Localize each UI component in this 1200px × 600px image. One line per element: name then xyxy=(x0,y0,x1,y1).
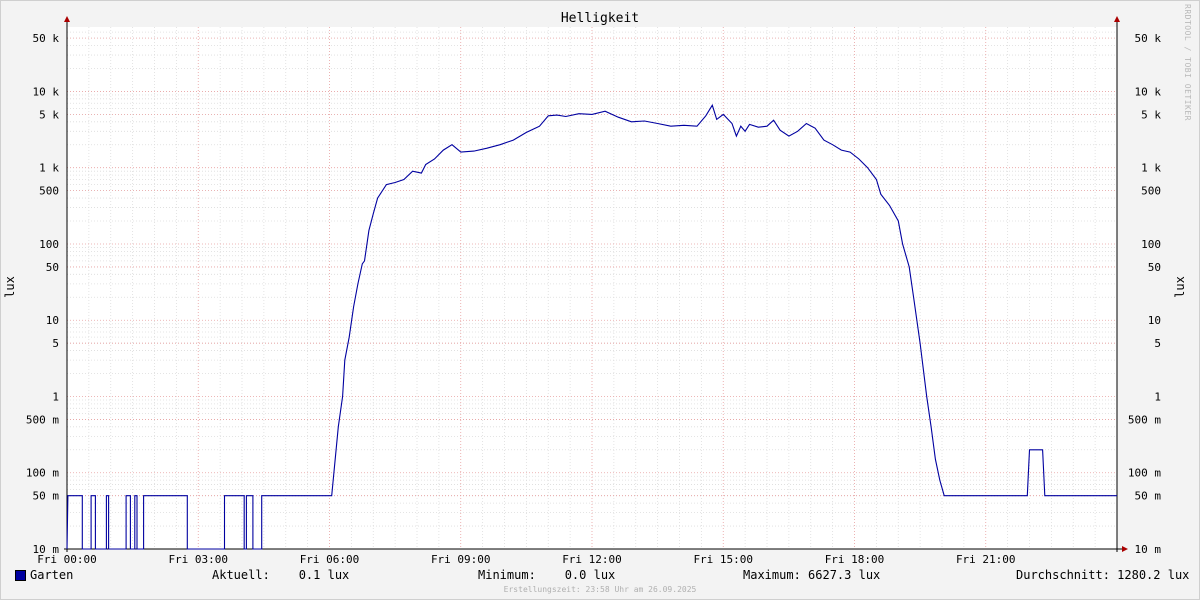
legend-average: Durchschnitt: 1280.2 lux xyxy=(1016,568,1190,582)
y-tick-label-left: 100 xyxy=(39,238,59,251)
y-tick-label-right: 50 xyxy=(1148,261,1161,274)
x-tick-label: Fri 18:00 xyxy=(825,553,885,566)
y-tick-label-left: 500 xyxy=(39,185,59,198)
y-tick-label-left: 1 k xyxy=(39,162,59,175)
y-tick-label-right: 100 xyxy=(1141,238,1161,251)
y-tick-label-left: 50 xyxy=(46,261,59,274)
y-axis-arrow-right xyxy=(1114,16,1120,22)
x-tick-label: Fri 09:00 xyxy=(431,553,491,566)
x-tick-label: Fri 21:00 xyxy=(956,553,1016,566)
y-tick-label-right: 10 k xyxy=(1135,85,1162,98)
y-tick-label-right: 50 k xyxy=(1135,32,1162,45)
y-tick-label-right: 1 xyxy=(1154,390,1161,403)
y-tick-label-left: 10 k xyxy=(33,85,60,98)
y-tick-label-right: 50 m xyxy=(1135,490,1162,503)
y-tick-label-left: 10 xyxy=(46,314,59,327)
legend-swatch-garten xyxy=(15,570,26,581)
y-tick-label-left: 5 k xyxy=(39,108,59,121)
y-tick-label-right: 10 xyxy=(1148,314,1161,327)
x-tick-label: Fri 03:00 xyxy=(168,553,228,566)
chart-canvas: 50 k 50 k 10 k 10 k 5 k 5 k 1 k 1 k 500 500 100 100… xyxy=(26,16,1162,566)
legend-series-name: Garten xyxy=(30,568,74,582)
y-tick-label-right: 500 m xyxy=(1128,413,1161,426)
y-tick-label-right: 10 m xyxy=(1135,543,1162,556)
creation-time-footer: Erstellungszeit: 23:58 Uhr am 26.09.2025 xyxy=(503,585,697,594)
x-axis-arrow xyxy=(1122,546,1128,552)
y-tick-label-right: 1 k xyxy=(1141,162,1161,175)
y-tick-label-left: 100 m xyxy=(26,467,59,480)
y-tick-label-left: 1 xyxy=(52,390,59,403)
y-tick-label-right: 100 m xyxy=(1128,467,1161,480)
x-tick-label: Fri 12:00 xyxy=(562,553,622,566)
x-tick-label: Fri 15:00 xyxy=(693,553,753,566)
x-tick-label: Fri 06:00 xyxy=(300,553,360,566)
y-tick-label-left: 5 xyxy=(52,337,59,350)
x-tick-label: Fri 00:00 xyxy=(37,553,97,566)
legend-minimum: Minimum: 0.0 lux xyxy=(478,568,616,582)
y-tick-label-right: 500 xyxy=(1141,185,1161,198)
y-tick-label-right: 5 k xyxy=(1141,108,1161,121)
y-axis-arrow-left xyxy=(64,16,70,22)
y-tick-label-right: 5 xyxy=(1154,337,1161,350)
y-tick-label-left: 500 m xyxy=(26,413,59,426)
legend-current: Aktuell: 0.1 lux xyxy=(212,568,350,582)
y-tick-label-left: 50 k xyxy=(33,32,60,45)
y-tick-label-left: 50 m xyxy=(33,490,60,503)
legend-maximum: Maximum: 6627.3 lux xyxy=(743,568,881,582)
